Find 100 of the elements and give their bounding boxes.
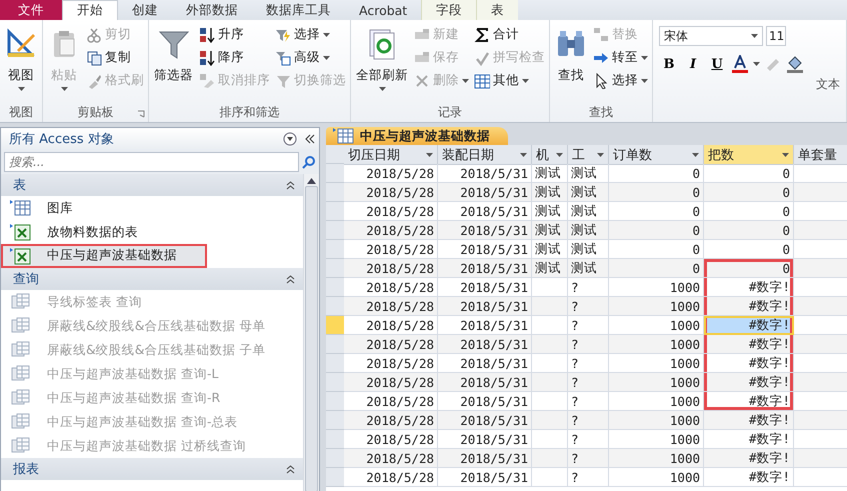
- record-selector[interactable]: [326, 354, 344, 373]
- table-cell: 测试: [532, 183, 568, 202]
- ribbon-tab[interactable]: 外部数据: [172, 0, 252, 20]
- table-cell: #数字!: [704, 316, 794, 335]
- collapse-pane-icon[interactable]: [305, 134, 315, 144]
- select-all-corner[interactable]: [326, 145, 344, 164]
- ribbon-button[interactable]: 查找: [552, 24, 590, 102]
- record-selector[interactable]: [326, 335, 344, 354]
- record-selector[interactable]: [326, 297, 344, 316]
- dropdown-arrow-icon: [60, 87, 68, 91]
- record-selector[interactable]: [326, 316, 344, 335]
- column-header[interactable]: 单套量: [794, 145, 847, 165]
- table-cell: 1000: [609, 449, 704, 468]
- clear-sort-icon: [199, 72, 215, 88]
- ribbon-tab[interactable]: Acrobat: [345, 0, 422, 20]
- record-selector[interactable]: [326, 449, 344, 468]
- column-header[interactable]: 工: [568, 145, 609, 165]
- table-cell: ?: [568, 335, 609, 354]
- ribbon-tab[interactable]: 字段: [421, 0, 476, 20]
- table-cell: #数字!: [704, 335, 794, 354]
- table-cell: 测试: [532, 259, 568, 278]
- font-name-field[interactable]: 宋体: [659, 26, 763, 46]
- section-header[interactable]: 报表: [1, 458, 303, 480]
- nav-item[interactable]: 图库: [1, 196, 303, 220]
- ribbon-button[interactable]: 复制: [84, 47, 146, 68]
- ribbon-tab[interactable]: 开始: [62, 0, 118, 20]
- table-icon: [332, 127, 354, 145]
- grid-icon: [474, 72, 490, 88]
- ribbon-button[interactable]: 全部刷新: [353, 24, 411, 102]
- filter-arrow-icon: [520, 152, 527, 156]
- column-header[interactable]: 切压日期: [344, 145, 438, 165]
- table-cell: #数字!: [704, 297, 794, 316]
- table-cell: 2018/5/28: [344, 373, 438, 392]
- column-header[interactable]: 订单数: [609, 145, 704, 165]
- dropdown-arrow-icon: [18, 87, 24, 91]
- spell-check-icon: [474, 50, 490, 66]
- ribbon-button[interactable]: 升序: [197, 24, 272, 45]
- table-cell: 0: [704, 183, 794, 202]
- ribbon-button[interactable]: 降序: [197, 47, 272, 68]
- ribbon-tab[interactable]: 创建: [118, 0, 172, 20]
- record-selector[interactable]: [326, 430, 344, 449]
- record-selector[interactable]: [326, 259, 344, 278]
- pane-title: 所有 Access 对象: [9, 131, 115, 148]
- ribbon-tab[interactable]: 数据库工具: [252, 0, 345, 20]
- record-selector[interactable]: [326, 221, 344, 240]
- document-tab[interactable]: 中压与超声波基础数据: [326, 127, 508, 145]
- section-header[interactable]: 表: [1, 174, 303, 196]
- search-field[interactable]: 搜索...: [4, 152, 299, 172]
- record-selector[interactable]: [326, 240, 344, 259]
- table-cell: 2018/5/28: [344, 183, 438, 202]
- nav-item[interactable]: 中压与超声波基础数据: [1, 244, 207, 268]
- record-selector[interactable]: [326, 392, 344, 411]
- ribbon-button[interactable]: 转至: [591, 47, 650, 68]
- underline-button[interactable]: U: [707, 54, 727, 74]
- scrollbar[interactable]: [303, 174, 319, 491]
- section-title: 表: [13, 177, 26, 194]
- record-selector[interactable]: [326, 202, 344, 221]
- dialog-launcher-icon[interactable]: [137, 110, 145, 118]
- table-cell: 0: [704, 259, 794, 278]
- filter-form-icon: [275, 50, 291, 66]
- ribbon-tab[interactable]: 表: [476, 0, 518, 20]
- table-cell: 2018/5/28: [344, 335, 438, 354]
- column-header[interactable]: 装配日期: [438, 145, 532, 165]
- italic-button[interactable]: I: [683, 54, 703, 74]
- bold-button[interactable]: B: [659, 54, 679, 74]
- record-selector[interactable]: [326, 411, 344, 430]
- query-icon: [9, 293, 31, 311]
- record-selector[interactable]: [326, 373, 344, 392]
- font-size-field[interactable]: 11: [766, 26, 786, 46]
- record-selector[interactable]: [326, 183, 344, 202]
- record-selector[interactable]: [326, 278, 344, 297]
- table-cell: 2018/5/28: [344, 221, 438, 240]
- ribbon-button[interactable]: 选择: [273, 24, 348, 45]
- ribbon-button[interactable]: 视图: [2, 24, 40, 102]
- sigma-icon: [474, 26, 490, 42]
- table-cell: 0: [609, 259, 704, 278]
- ribbon-button[interactable]: 选择: [591, 70, 650, 91]
- column-header[interactable]: 把数: [704, 145, 794, 165]
- dropdown-circle-icon[interactable]: [283, 132, 297, 146]
- record-selector[interactable]: [326, 468, 344, 487]
- section-header[interactable]: 查询: [1, 268, 303, 290]
- scroll-up-icon[interactable]: [307, 178, 316, 184]
- ribbon-tab[interactable]: 文件: [0, 0, 62, 20]
- table-cell: 2018/5/31: [438, 449, 532, 468]
- sort-ascending-icon: [199, 26, 215, 42]
- font-color-icon[interactable]: [731, 55, 749, 73]
- ribbon-button[interactable]: 高级: [273, 47, 348, 68]
- record-selector[interactable]: [326, 164, 344, 183]
- search-icon[interactable]: [302, 155, 316, 169]
- nav-item[interactable]: 放物料数据的表: [1, 220, 303, 244]
- ribbon-button[interactable]: 其他: [472, 70, 547, 91]
- section-title: 报表: [13, 461, 39, 478]
- fill-bucket-icon[interactable]: [786, 55, 804, 73]
- table-cell: 1000: [609, 297, 704, 316]
- table-cell: #数字!: [704, 468, 794, 487]
- ribbon-button[interactable]: 筛选器: [151, 24, 196, 102]
- column-header[interactable]: 机: [532, 145, 568, 165]
- ribbon-button[interactable]: 合计: [472, 24, 547, 45]
- table-cell: 2018/5/31: [438, 221, 532, 240]
- collapse-chevron-icon: [286, 180, 295, 190]
